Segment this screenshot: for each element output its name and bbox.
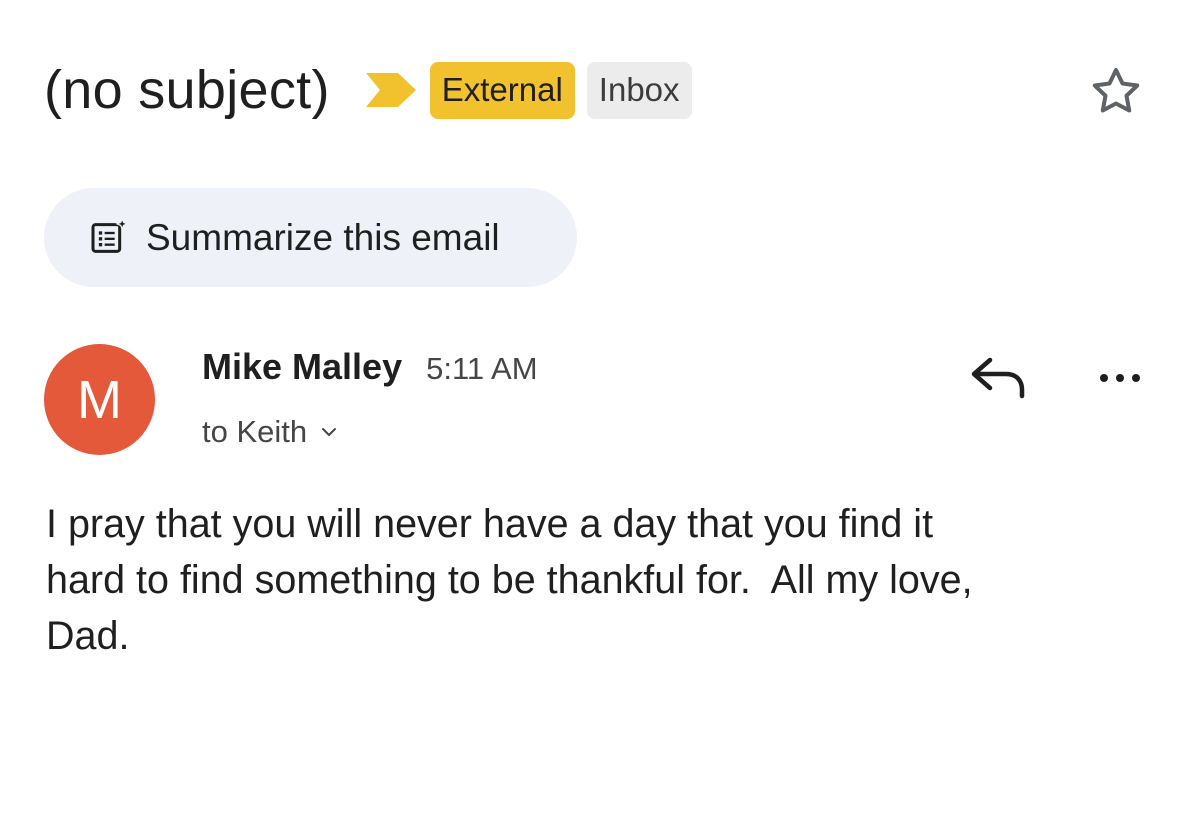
summarize-email-label: Summarize this email [146,216,500,258]
email-subject: (no subject) [44,60,330,120]
importance-marker-icon[interactable] [364,71,418,109]
reply-icon[interactable] [966,352,1030,404]
chevron-down-icon [319,422,339,442]
more-options-icon[interactable] [1090,356,1150,400]
sender-name[interactable]: Mike Malley [202,346,402,388]
email-body: I pray that you will never have a day th… [46,496,1166,664]
label-inbox[interactable]: Inbox [586,61,692,119]
sender-info: Mike Malley 5:11 AM [202,346,538,392]
recipient-details-toggle[interactable]: to Keith [202,410,339,454]
message-time: 5:11 AM [426,351,538,386]
recipient-label: to Keith [202,414,308,449]
subject-header: (no subject) External Inbox [44,52,692,128]
summarize-list-sparkle-icon [88,217,128,258]
star-icon[interactable] [1086,62,1146,122]
summarize-email-button[interactable]: Summarize this email [44,188,577,287]
email-body-line: hard to find something to be thankful fo… [46,558,973,602]
label-external[interactable]: External [429,61,575,119]
email-body-line: I pray that you will never have a day th… [46,502,934,546]
email-body-line: Dad. [46,614,130,658]
avatar[interactable]: M [44,344,155,455]
